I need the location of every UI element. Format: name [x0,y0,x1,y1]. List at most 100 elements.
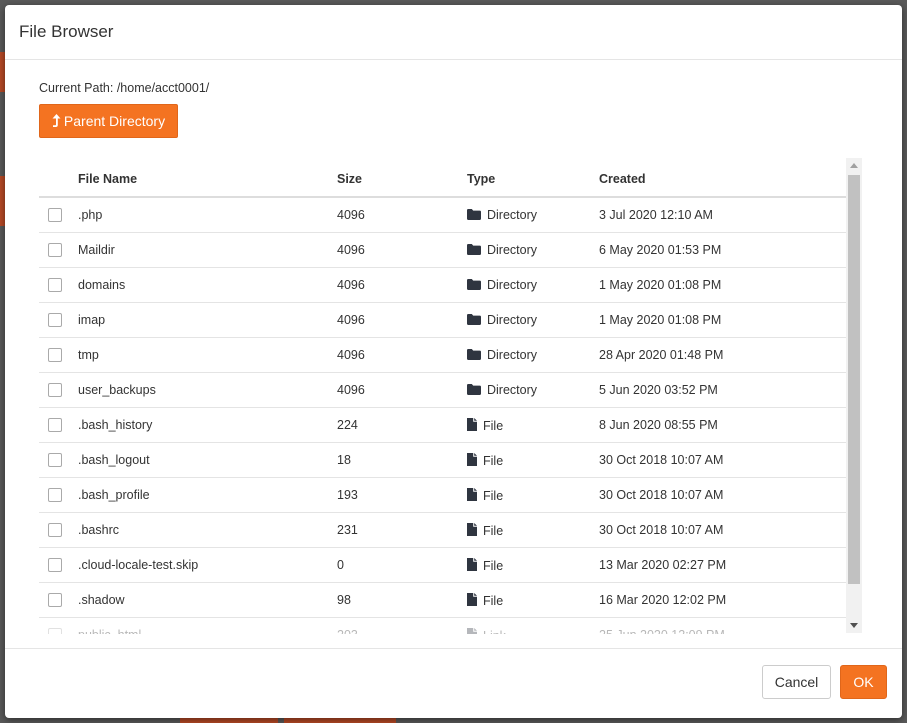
file-created: 30 Oct 2018 10:07 AM [599,523,724,537]
file-created: 8 Jun 2020 08:55 PM [599,418,718,432]
table-row[interactable]: .cloud-locale-test.skip 0 File 13 Mar 2020 … [39,548,851,583]
file-type-label: File [483,594,504,608]
file-type-label: File [483,419,504,433]
file-size: 203 [337,628,358,634]
file-name[interactable]: domains [78,278,125,292]
file-name[interactable]: Maildir [78,243,115,257]
file-size: 4096 [337,348,365,362]
table-row[interactable]: .bash_history 224 File 8 Jun 2020 08:55 PM [39,408,851,443]
file-size: 98 [337,593,351,607]
file-type-label: File [483,489,504,503]
file-size: 224 [337,418,358,432]
dialog-header: File Browser [5,5,902,60]
file-type-label: Directory [487,348,538,362]
row-checkbox[interactable] [48,453,62,467]
table-row[interactable]: tmp 4096 Directory 28 Apr 2020 01:48 PM [39,338,851,373]
table-row[interactable]: .bash_profile 193 File 30 Oct 2018 10:07 AM [39,478,851,513]
file-type: File [467,488,503,504]
file-name[interactable]: .shadow [78,593,125,607]
file-type: File [467,523,503,539]
dialog-body: Current Path: /home/acct0001/ Parent Dir… [5,60,902,648]
file-name[interactable]: .bash_profile [78,488,150,502]
file-type-label: Directory [487,278,538,292]
file-created: 1 May 2020 01:08 PM [599,278,722,292]
file-name[interactable]: .bash_logout [78,453,150,467]
file-name[interactable]: imap [78,313,105,327]
file-size: 4096 [337,208,365,222]
file-created: 1 May 2020 01:08 PM [599,313,722,327]
folder-icon [467,384,481,398]
table-row[interactable]: public_html 203 Link 25 Jun 2020 12:09 PM [39,618,851,634]
row-checkbox[interactable] [48,628,62,634]
table-row[interactable]: domains 4096 Directory 1 May 2020 01:08 PM [39,268,851,303]
file-type: Link [467,628,506,634]
current-path-value: /home/acct0001/ [116,81,210,95]
row-checkbox[interactable] [48,558,62,572]
file-type: Directory [467,348,537,363]
column-header-created[interactable]: Created [599,172,646,186]
column-header-type[interactable]: Type [467,172,495,186]
row-checkbox[interactable] [48,348,62,362]
folder-icon [467,209,481,223]
parent-directory-button[interactable]: Parent Directory [39,104,178,138]
scroll-thumb[interactable] [848,175,860,584]
cancel-button[interactable]: Cancel [762,665,831,699]
file-name[interactable]: .php [78,208,102,222]
row-checkbox[interactable] [48,243,62,257]
column-header-size[interactable]: Size [337,172,362,186]
row-checkbox[interactable] [48,593,62,607]
file-created: 3 Jul 2020 12:10 AM [599,208,713,222]
parent-directory-label: Parent Directory [63,113,166,129]
row-checkbox[interactable] [48,488,62,502]
file-icon [467,628,477,634]
row-checkbox[interactable] [48,418,62,432]
file-name[interactable]: .cloud-locale-test.skip [78,558,198,572]
file-type: Directory [467,313,537,328]
row-checkbox[interactable] [48,523,62,537]
file-type-label: File [483,524,504,538]
table-row[interactable]: user_backups 4096 Directory 5 Jun 2020 03:5… [39,373,851,408]
dialog-footer: Cancel OK [5,648,902,718]
folder-icon [467,349,481,363]
table-row[interactable]: Maildir 4096 Directory 6 May 2020 01:53 PM [39,233,851,268]
file-created: 28 Apr 2020 01:48 PM [599,348,724,362]
ok-button[interactable]: OK [840,665,887,699]
table-row[interactable]: .bash_logout 18 File 30 Oct 2018 10:07 AM [39,443,851,478]
column-header-name[interactable]: File Name [78,172,137,186]
file-size: 4096 [337,278,365,292]
file-type-label: Link [483,629,506,634]
current-path: Current Path: /home/acct0001/ [39,81,209,95]
row-checkbox[interactable] [48,278,62,292]
file-name[interactable]: tmp [78,348,99,362]
file-type-label: Directory [487,313,538,327]
table-row[interactable]: .shadow 98 File 16 Mar 2020 12:02 PM [39,583,851,618]
row-checkbox[interactable] [48,313,62,327]
file-browser-dialog: File Browser Current Path: /home/acct000… [5,5,902,718]
file-name[interactable]: .bashrc [78,523,119,537]
scroll-down-arrow-icon[interactable] [846,617,862,633]
table-row[interactable]: .bashrc 231 File 30 Oct 2018 10:07 AM [39,513,851,548]
file-size: 4096 [337,313,365,327]
file-name[interactable]: user_backups [78,383,156,397]
row-checkbox[interactable] [48,208,62,222]
file-type-label: Directory [487,383,538,397]
file-created: 30 Oct 2018 10:07 AM [599,488,724,502]
file-type-label: Directory [487,243,538,257]
table-row[interactable]: imap 4096 Directory 1 May 2020 01:08 PM [39,303,851,338]
table-scrollbar[interactable] [846,158,862,633]
file-icon [467,593,477,609]
table-row[interactable]: .php 4096 Directory 3 Jul 2020 12:10 AM [39,198,851,233]
file-created: 25 Jun 2020 12:09 PM [599,628,725,634]
file-size: 231 [337,523,358,537]
table-body: .php 4096 Directory 3 Jul 2020 12:10 AM Mail… [39,198,851,634]
current-path-label: Current Path: [39,81,114,95]
file-created: 16 Mar 2020 12:02 PM [599,593,727,607]
file-type: Directory [467,208,537,223]
file-type-label: Directory [487,208,538,222]
scroll-up-arrow-icon[interactable] [846,158,862,174]
file-name[interactable]: .bash_history [78,418,152,432]
file-icon [467,558,477,574]
file-name[interactable]: public_html [78,628,141,634]
table-header: File Name Size Type Created [39,158,851,198]
row-checkbox[interactable] [48,383,62,397]
